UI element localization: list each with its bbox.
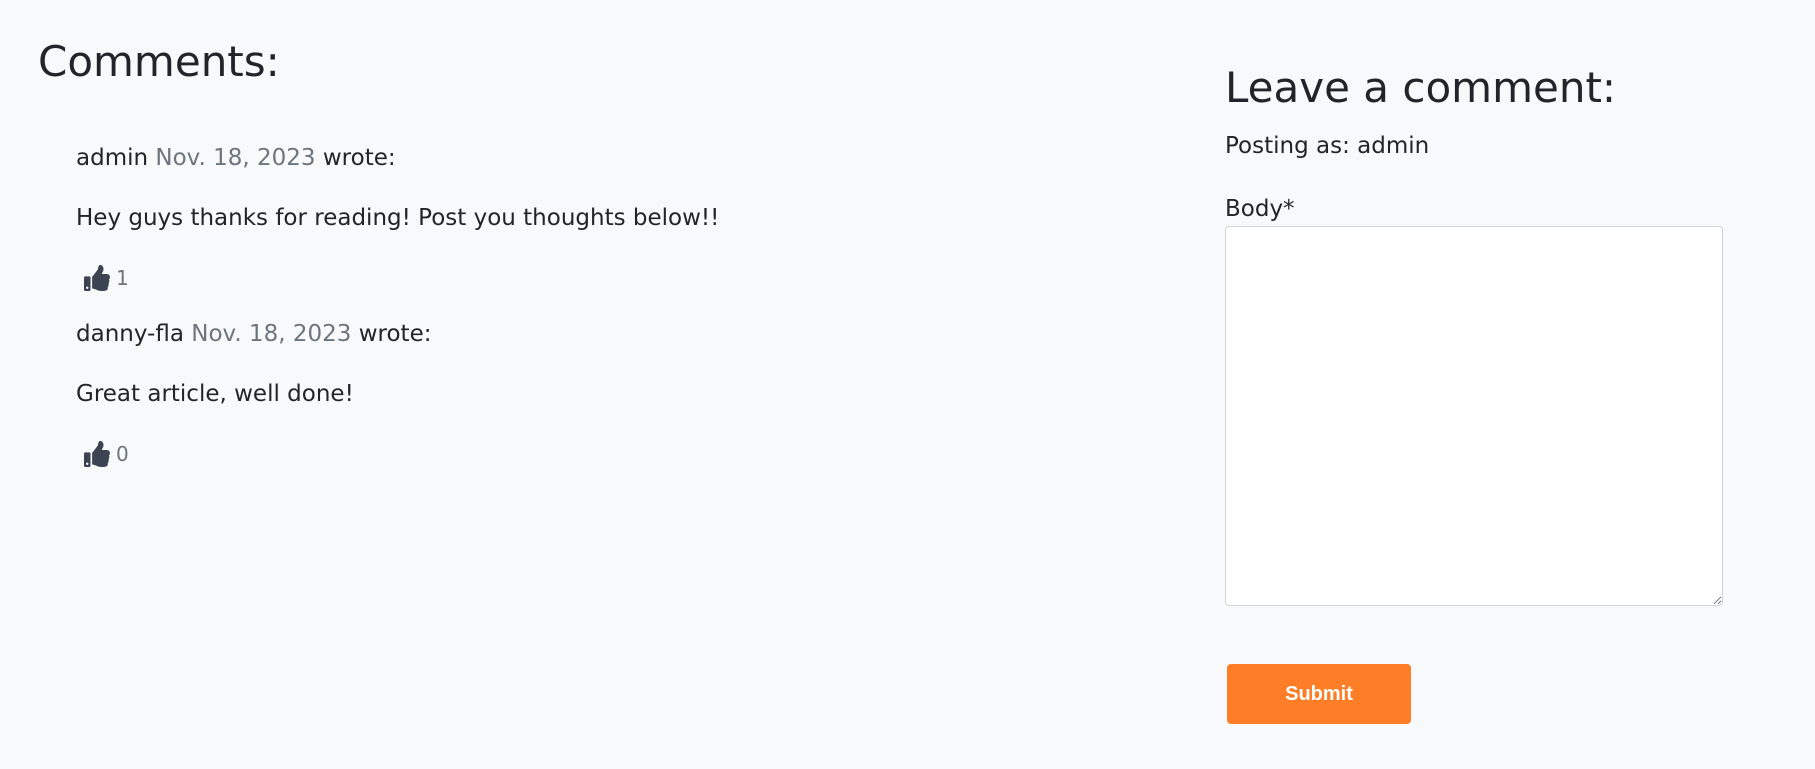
thumbs-up-icon bbox=[84, 265, 110, 291]
comment-author: danny-fla bbox=[76, 321, 184, 347]
like-row: 0 bbox=[84, 436, 1138, 472]
comment-meta: admin Nov. 18, 2023 wrote: bbox=[76, 138, 1138, 178]
like-count: 0 bbox=[116, 442, 129, 466]
comment-wrote-label: wrote: bbox=[358, 321, 432, 347]
thumbs-up-icon bbox=[84, 441, 110, 467]
comment-wrote-label: wrote: bbox=[322, 145, 396, 171]
comments-title: Comments: bbox=[38, 37, 280, 86]
comment-form-title: Leave a comment: bbox=[1225, 63, 1617, 112]
like-row: 1 bbox=[84, 260, 1138, 296]
comments-section: Comments: admin Nov. 18, 2023 wrote: Hey… bbox=[38, 30, 1138, 472]
like-count: 1 bbox=[116, 266, 129, 290]
comment-body: Hey guys thanks for reading! Post you th… bbox=[76, 205, 720, 231]
posting-as-text: Posting as: admin bbox=[1225, 133, 1430, 159]
body-field-label: Body* bbox=[1225, 196, 1295, 222]
like-button[interactable] bbox=[84, 265, 110, 291]
comment-body: Great article, well done! bbox=[76, 381, 354, 407]
submit-button[interactable]: Submit bbox=[1227, 664, 1411, 724]
like-button[interactable] bbox=[84, 441, 110, 467]
comment-item: danny-fla Nov. 18, 2023 wrote: Great art… bbox=[76, 314, 1138, 472]
comment-author: admin bbox=[76, 145, 149, 171]
comment-date: Nov. 18, 2023 bbox=[191, 321, 352, 347]
comment-meta: danny-fla Nov. 18, 2023 wrote: bbox=[76, 314, 1138, 354]
comment-form: Leave a comment: Posting as: admin Body*… bbox=[1225, 56, 1725, 724]
body-textarea[interactable] bbox=[1225, 226, 1723, 606]
comment-date: Nov. 18, 2023 bbox=[155, 145, 316, 171]
comment-item: admin Nov. 18, 2023 wrote: Hey guys than… bbox=[76, 138, 1138, 296]
